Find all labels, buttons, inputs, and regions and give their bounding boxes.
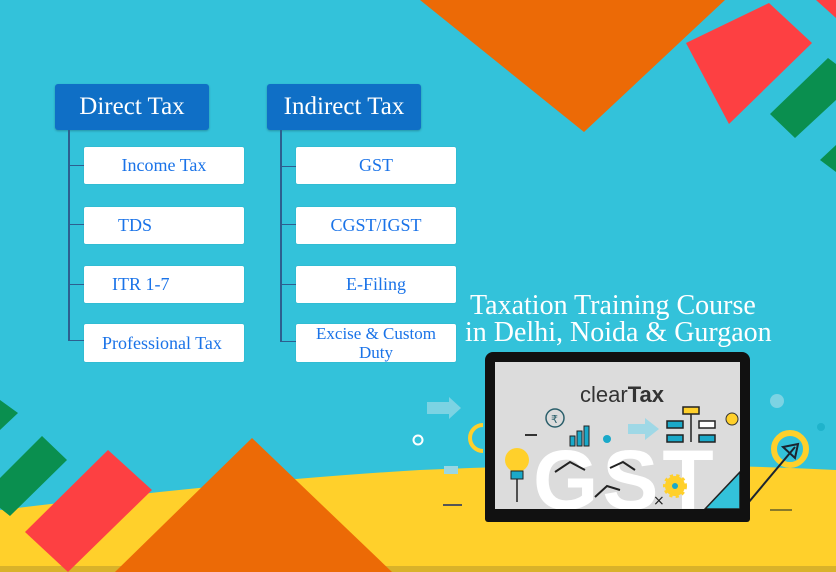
red-bar-corner [816, 0, 836, 18]
direct-tax-item: Income Tax [84, 147, 244, 184]
rupee-bubble-icon [770, 394, 784, 408]
close-icon: × [653, 493, 665, 509]
target-ring-icon [771, 430, 809, 468]
indirect-tax-item: GST [296, 147, 456, 184]
ring-half-icon [468, 423, 484, 453]
direct-tax-item: Professional Tax [84, 324, 244, 362]
tagline-line-1: Taxation Training Course [470, 290, 756, 321]
indirect-tax-item: CGST/IGST [296, 207, 456, 244]
laptop-illustration: clearTax ₹ GST × [485, 352, 750, 522]
connector-branch [280, 224, 296, 225]
banner: Direct Tax Income Tax TDS ITR 1-7 Profes… [0, 0, 836, 572]
ring-icon [412, 434, 424, 446]
direct-tax-item: ITR 1-7 [84, 266, 244, 303]
connector-branch [68, 340, 84, 341]
green-bar-left-1 [0, 400, 18, 430]
direct-tax-connector [68, 130, 70, 340]
connector-branch [68, 284, 84, 285]
connector-branch [280, 341, 296, 342]
green-bar-right-2 [820, 145, 836, 172]
direct-tax-header: Direct Tax [55, 84, 209, 130]
connector-branch [68, 165, 84, 166]
indirect-tax-item: E-Filing [296, 266, 456, 303]
screen-overlay-icons: × [554, 460, 740, 509]
connector-branch [68, 224, 84, 225]
dot-icon [817, 423, 825, 431]
tagline-line-2: in Delhi, Noida & Gurgaon [465, 317, 772, 348]
indirect-tax-item: Excise & Custom Duty [296, 324, 456, 362]
plug-icon [444, 466, 458, 474]
laptop-screen: clearTax ₹ GST × [495, 362, 740, 509]
arrow-right-icon [427, 397, 461, 419]
connector-branch [280, 166, 296, 167]
orange-triangle-top [420, 0, 725, 132]
connector-branch [280, 284, 296, 285]
indirect-tax-connector [280, 130, 282, 342]
direct-tax-item: TDS [84, 207, 244, 244]
indirect-tax-header: Indirect Tax [267, 84, 421, 130]
